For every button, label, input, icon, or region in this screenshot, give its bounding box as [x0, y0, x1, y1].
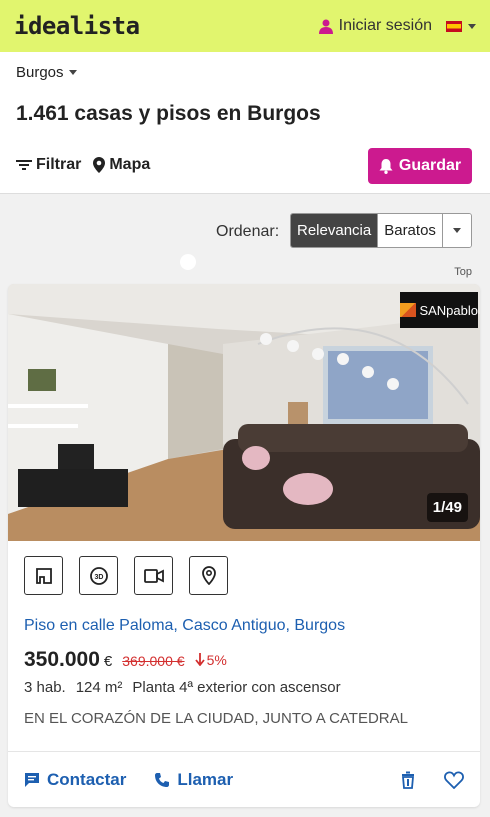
filter-button[interactable]: Filtrar — [16, 156, 81, 174]
discount-percent: 5% — [206, 651, 227, 668]
virtual-tour-3d-button[interactable]: 3D — [79, 556, 118, 595]
trash-icon[interactable] — [400, 771, 416, 789]
location-label: Burgos — [16, 64, 64, 81]
map-pin-icon — [93, 157, 106, 173]
price: 350.000 — [24, 648, 100, 671]
3d-tour-icon: 3D — [89, 566, 108, 585]
detail-area: 124 m² — [75, 679, 123, 696]
call-label: Llamar — [177, 769, 234, 789]
price-row: 350.000 € 369.000 € 5% — [24, 648, 227, 672]
location-map-button[interactable] — [189, 556, 228, 595]
detail-floor: Planta 4ª exterior con ascensor — [132, 679, 341, 696]
listing-photo[interactable]: SANpablo 1/49 — [8, 284, 480, 541]
contact-label: Contactar — [47, 769, 127, 789]
heart-icon[interactable] — [444, 771, 464, 789]
page-title: 1.461 casas y pisos en Burgos — [16, 102, 321, 125]
login-link[interactable]: Iniciar sesión — [318, 17, 432, 35]
chevron-down-icon — [468, 23, 476, 29]
top-bar: idealista Iniciar sesión — [0, 0, 490, 52]
map-label: Mapa — [109, 156, 151, 173]
filter-bar: Filtrar Mapa — [16, 156, 150, 174]
chat-icon — [25, 772, 39, 787]
video-button[interactable] — [134, 556, 173, 595]
filter-label: Filtrar — [36, 156, 82, 173]
currency: € — [103, 653, 113, 670]
floor-plan-icon — [35, 567, 52, 584]
call-button[interactable]: Llamar — [154, 770, 233, 790]
photo-counter: 1/49 — [426, 493, 468, 522]
listing-title-link[interactable]: Piso en calle Paloma, Casco Antiguo, Bur… — [24, 617, 345, 635]
chevron-down-icon — [452, 228, 461, 233]
phone-icon — [155, 772, 170, 787]
feature-icons: 3D — [24, 556, 228, 595]
listing-actions: Contactar Llamar — [8, 751, 480, 807]
detail-rooms: 3 hab. — [24, 679, 66, 696]
svg-text:3D: 3D — [94, 574, 103, 581]
save-label: Guardar — [398, 157, 462, 174]
user-icon — [318, 19, 333, 34]
contact-button[interactable]: Contactar — [24, 770, 126, 790]
language-selector[interactable] — [446, 20, 476, 32]
sort-label: Ordenar: — [216, 223, 280, 240]
old-price: 369.000 € — [122, 653, 185, 669]
floor-plan-button[interactable] — [24, 556, 63, 595]
video-camera-icon — [143, 568, 164, 583]
save-search-button[interactable]: Guardar — [368, 148, 472, 184]
map-button[interactable]: Mapa — [93, 156, 150, 174]
spain-flag-icon — [446, 20, 462, 32]
top-badge: Top — [454, 266, 472, 278]
agency-logo[interactable]: SANpablo — [400, 292, 478, 328]
bell-icon — [379, 159, 393, 174]
sort-more-button[interactable] — [442, 214, 471, 247]
listing-card[interactable]: SANpablo 1/49 3D Piso en calle Paloma, C… — [8, 284, 480, 807]
agency-name: SANpablo — [419, 302, 478, 318]
chevron-down-icon — [68, 70, 77, 75]
price-drop: 5% — [194, 651, 227, 668]
sort-option-cheapest[interactable]: Baratos — [378, 214, 443, 247]
sort-bar: Ordenar: Relevancia Baratos — [0, 213, 490, 249]
secondary-actions — [400, 771, 464, 789]
arrow-down-icon — [194, 653, 205, 666]
sort-option-relevance[interactable]: Relevancia — [291, 214, 379, 247]
agency-mark-icon — [400, 303, 417, 317]
login-label: Iniciar sesión — [338, 17, 432, 34]
idealista-logo[interactable]: idealista — [14, 12, 140, 40]
map-pin-icon — [201, 566, 216, 585]
location-selector[interactable]: Burgos — [16, 64, 77, 81]
sort-options: Relevancia Baratos — [290, 213, 472, 248]
decorative-dot — [180, 254, 196, 270]
listing-description: EN EL CORAZÓN DE LA CIUDAD, JUNTO A CATE… — [24, 710, 408, 727]
listing-details: 3 hab. 124 m² Planta 4ª exterior con asc… — [24, 679, 341, 696]
filter-icon — [16, 160, 32, 170]
search-header: Burgos 1.461 casas y pisos en Burgos Fil… — [0, 52, 490, 194]
